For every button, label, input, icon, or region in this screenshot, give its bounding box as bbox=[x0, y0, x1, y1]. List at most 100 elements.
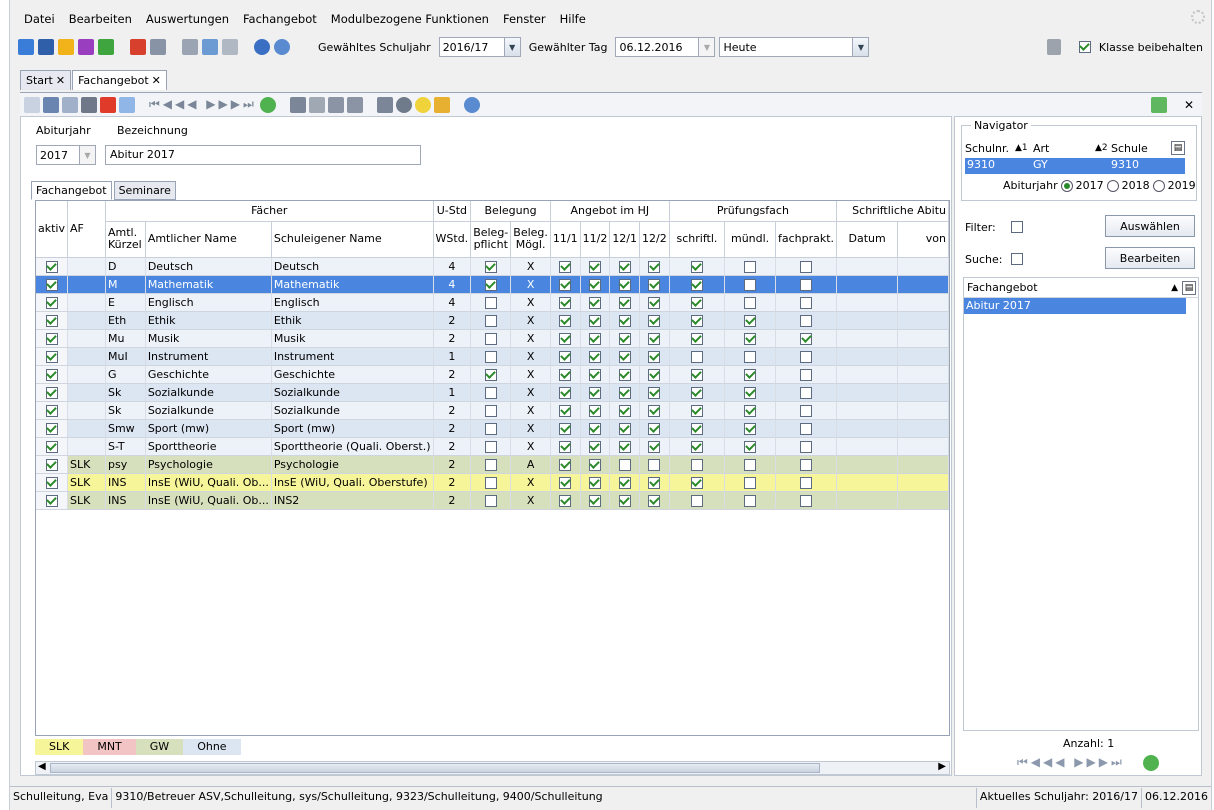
cell-beleg-moegl[interactable]: X bbox=[510, 437, 551, 456]
schriftl-checkbox[interactable] bbox=[690, 296, 703, 309]
print-icon[interactable] bbox=[376, 96, 393, 113]
menu-auswertungen[interactable]: Auswertungen bbox=[140, 9, 235, 29]
suche-checkbox[interactable] bbox=[1011, 253, 1023, 265]
cell-datum[interactable] bbox=[836, 473, 899, 492]
cell-datum[interactable] bbox=[836, 275, 899, 294]
cell-af[interactable] bbox=[67, 347, 106, 366]
cell-wstd[interactable]: 2 bbox=[433, 311, 472, 330]
cell-amtlicher-name[interactable]: InsE (WiU, Quali. Ob... bbox=[145, 473, 272, 492]
fachprakt-checkbox[interactable] bbox=[800, 260, 813, 273]
fachprakt-checkbox[interactable] bbox=[800, 332, 813, 345]
tag-date-field[interactable]: 06.12.2016 ▼ bbox=[615, 37, 716, 57]
fachprakt-checkbox[interactable] bbox=[800, 422, 813, 435]
hj-checkbox-2[interactable] bbox=[618, 494, 631, 507]
hj-checkbox-2[interactable] bbox=[618, 440, 631, 453]
cell-datum[interactable] bbox=[836, 383, 899, 402]
nav-col-art[interactable]: Art bbox=[1033, 142, 1095, 155]
nav-col-schule[interactable]: Schule bbox=[1111, 142, 1171, 155]
cell-af[interactable] bbox=[67, 419, 106, 438]
navigator-toggle-icon[interactable] bbox=[1150, 96, 1167, 113]
col-af[interactable]: AF bbox=[67, 201, 106, 258]
table-row[interactable]: Sk Sozialkunde Sozialkunde 2 X bbox=[36, 401, 949, 420]
col-amtlicher-name[interactable]: Amtlicher Name bbox=[145, 221, 272, 258]
belegpflicht-checkbox[interactable] bbox=[484, 332, 497, 345]
muendl-checkbox[interactable] bbox=[744, 458, 757, 471]
muendl-checkbox[interactable] bbox=[744, 332, 757, 345]
aktiv-checkbox[interactable] bbox=[45, 386, 58, 399]
cell-schuleigener-name[interactable]: Mathematik bbox=[271, 275, 434, 294]
cell-datum[interactable] bbox=[836, 347, 899, 366]
muendl-checkbox[interactable] bbox=[744, 260, 757, 273]
radio-2018[interactable] bbox=[1106, 179, 1119, 192]
cell-von[interactable] bbox=[897, 401, 949, 420]
cell-kuerzel[interactable]: S-T bbox=[105, 437, 146, 456]
cell-schuleigener-name[interactable]: InsE (WiU, Quali. Oberstufe) bbox=[271, 473, 434, 492]
cell-kuerzel[interactable]: M bbox=[105, 275, 146, 294]
radio-2017[interactable] bbox=[1060, 179, 1073, 192]
copy-record-icon[interactable] bbox=[62, 96, 78, 113]
hj-checkbox-3[interactable] bbox=[648, 422, 661, 435]
cell-wstd[interactable]: 2 bbox=[433, 455, 472, 474]
undo-icon[interactable] bbox=[81, 96, 97, 113]
aktiv-checkbox[interactable] bbox=[45, 350, 58, 363]
menu-hilfe[interactable]: Hilfe bbox=[554, 9, 592, 29]
schriftl-checkbox[interactable] bbox=[690, 476, 703, 489]
belegpflicht-checkbox[interactable] bbox=[484, 404, 497, 417]
cell-af[interactable] bbox=[67, 401, 106, 420]
list-item-abitur-2017[interactable]: Abitur 2017 bbox=[964, 298, 1186, 314]
col-hj-12-2[interactable]: 12/2 bbox=[639, 221, 670, 258]
schriftl-checkbox[interactable] bbox=[690, 332, 703, 345]
hj-checkbox-2[interactable] bbox=[618, 350, 631, 363]
lightbulb-icon[interactable] bbox=[414, 96, 431, 113]
scroll-right-icon[interactable]: ▶ bbox=[938, 761, 946, 772]
cell-beleg-moegl[interactable]: X bbox=[510, 383, 551, 402]
hj-checkbox-1[interactable] bbox=[588, 314, 601, 327]
belegpflicht-checkbox[interactable] bbox=[484, 440, 497, 453]
cell-schuleigener-name[interactable]: Sporttheorie (Quali. Oberst.) bbox=[271, 437, 434, 456]
belegpflicht-checkbox[interactable] bbox=[484, 296, 497, 309]
cell-wstd[interactable]: 2 bbox=[433, 437, 472, 456]
cell-kuerzel[interactable]: INS bbox=[105, 491, 146, 510]
aktiv-checkbox[interactable] bbox=[45, 314, 58, 327]
copy-icon[interactable] bbox=[327, 96, 344, 113]
cell-amtlicher-name[interactable]: Sport (mw) bbox=[145, 419, 272, 438]
col-datum[interactable]: Datum bbox=[836, 221, 899, 258]
subtab-fachangebot[interactable]: Fachangebot bbox=[31, 181, 112, 200]
hj-checkbox-0[interactable] bbox=[559, 476, 572, 489]
hj-checkbox-2[interactable] bbox=[618, 386, 631, 399]
hj-checkbox-1[interactable] bbox=[588, 422, 601, 435]
cell-von[interactable] bbox=[897, 455, 949, 474]
cell-von[interactable] bbox=[897, 365, 949, 384]
cell-schuleigener-name[interactable]: Deutsch bbox=[271, 257, 434, 276]
cell-kuerzel[interactable]: psy bbox=[105, 455, 146, 474]
cell-datum[interactable] bbox=[836, 401, 899, 420]
aktiv-checkbox[interactable] bbox=[45, 476, 58, 489]
hj-checkbox-1[interactable] bbox=[588, 260, 601, 273]
cell-beleg-moegl[interactable]: X bbox=[510, 275, 551, 294]
table-row[interactable]: Sk Sozialkunde Sozialkunde 1 X bbox=[36, 383, 949, 402]
refresh-icon[interactable] bbox=[259, 96, 276, 113]
broom-icon[interactable] bbox=[433, 96, 450, 113]
cell-schuleigener-name[interactable]: Ethik bbox=[271, 311, 434, 330]
horizontal-scrollbar[interactable]: ◀ ▶ bbox=[35, 761, 950, 775]
cell-amtlicher-name[interactable]: Deutsch bbox=[145, 257, 272, 276]
chevron-down-icon[interactable]: ▼ bbox=[698, 38, 715, 56]
muendl-checkbox[interactable] bbox=[744, 296, 757, 309]
table-row[interactable]: M Mathematik Mathematik 4 X bbox=[36, 275, 949, 294]
cell-beleg-moegl[interactable]: X bbox=[510, 401, 551, 420]
arrow-left-icon[interactable] bbox=[289, 96, 306, 113]
hj-checkbox-0[interactable] bbox=[559, 458, 572, 471]
nav-col-schulnr[interactable]: Schulnr. bbox=[965, 142, 1015, 155]
close-icon[interactable]: ✕ bbox=[1184, 98, 1194, 112]
close-icon[interactable]: ✕ bbox=[56, 74, 65, 87]
muendl-checkbox[interactable] bbox=[744, 476, 757, 489]
fachprakt-checkbox[interactable] bbox=[800, 296, 813, 309]
new-record-icon[interactable] bbox=[24, 96, 40, 113]
schriftl-checkbox[interactable] bbox=[690, 422, 703, 435]
cell-datum[interactable] bbox=[836, 437, 899, 456]
col-wstd[interactable]: WStd. bbox=[433, 221, 472, 258]
cell-von[interactable] bbox=[897, 437, 949, 456]
aktiv-checkbox[interactable] bbox=[45, 296, 58, 309]
cell-von[interactable] bbox=[897, 329, 949, 348]
hj-checkbox-3[interactable] bbox=[648, 296, 661, 309]
